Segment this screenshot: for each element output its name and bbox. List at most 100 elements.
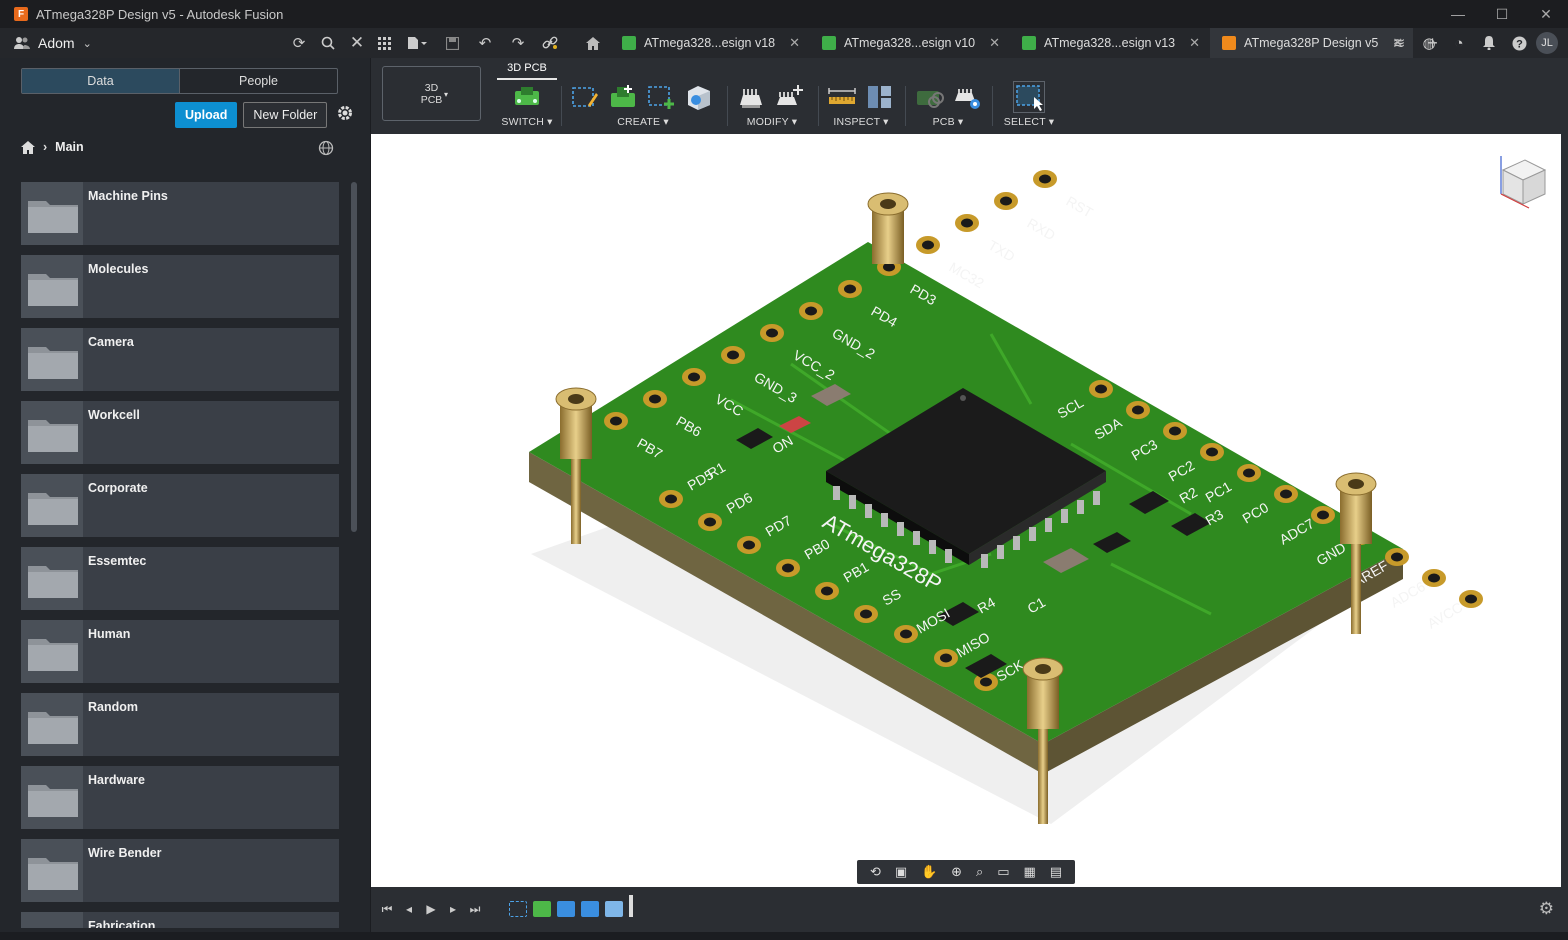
folder-item[interactable]: Wire Bender (21, 839, 339, 902)
select-window-icon[interactable] (1013, 81, 1045, 113)
close-tab-icon[interactable]: ✕ (789, 35, 800, 51)
3d-viewport[interactable]: PB7 PB6 VCC GND_3 VCC_2 GND_2 PD4 PD3 MC32 TXD RXD… (371, 134, 1561, 887)
pcb-3d-model[interactable]: PB7PB6VCC GND_3VCC_2GND_2PD4PD3MC32TXDRXD… (371, 134, 1561, 887)
refresh-icon[interactable]: ⟳ (286, 30, 312, 56)
modify-move-icon[interactable] (773, 81, 805, 113)
create-menu[interactable]: CREATE ▾ (569, 116, 717, 128)
step-forward-icon[interactable]: ▸ (445, 901, 461, 917)
file-menu-icon[interactable] (402, 30, 432, 56)
look-at-icon[interactable]: ▣ (895, 864, 907, 880)
close-window-button[interactable]: ✕ (1524, 0, 1568, 28)
viewports-icon[interactable]: ▤ (1050, 864, 1062, 880)
orbit-icon[interactable]: ⟲ (870, 864, 881, 880)
new-folder-button[interactable]: New Folder (243, 102, 328, 128)
timeline-feature-image[interactable] (581, 901, 599, 917)
grid-apps-icon[interactable] (371, 30, 397, 56)
folder-list-scrollbar[interactable] (351, 182, 357, 532)
pcb-menu[interactable]: PCB ▾ (913, 116, 983, 128)
modify-menu[interactable]: MODIFY ▾ (735, 116, 809, 128)
folder-item[interactable]: Hardware (21, 766, 339, 829)
data-panel: Data People Upload New Folder › Main Mac… (0, 58, 370, 940)
modify-component-icon[interactable] (735, 81, 767, 113)
document-tab-active[interactable]: ATmega328P Design v5 ✕ (1210, 28, 1414, 58)
save-icon[interactable] (439, 30, 465, 56)
pan-hand-icon[interactable]: ✋ (921, 864, 937, 880)
standoff-pin (1038, 729, 1048, 824)
fit-icon[interactable]: ⌕ (976, 864, 983, 880)
timeline-feature-board[interactable] (533, 901, 551, 917)
undo-icon[interactable]: ↶ (472, 30, 498, 56)
help-icon[interactable]: ? (1506, 30, 1532, 56)
globe-sharing-icon[interactable] (318, 140, 334, 159)
folder-item[interactable]: Machine Pins (21, 182, 339, 245)
notifications-bell-icon[interactable] (1476, 30, 1502, 56)
folder-item[interactable]: Camera (21, 328, 339, 391)
go-to-start-icon[interactable]: ⏮ (379, 901, 395, 917)
switch-menu[interactable]: SWITCH ▾ (497, 116, 557, 128)
pad-hole (1428, 573, 1440, 583)
timeline-settings-gear-icon[interactable]: ⚙ (1539, 899, 1554, 919)
gear-icon[interactable] (336, 104, 354, 127)
online-status-icon[interactable]: ◍ (1416, 30, 1442, 56)
create-board-icon[interactable] (607, 81, 639, 113)
create-3d-model-icon[interactable] (683, 81, 715, 113)
tab-data[interactable]: Data (22, 69, 180, 93)
timeline-feature-sketch[interactable] (509, 901, 527, 917)
folder-item[interactable]: Essemtec (21, 547, 339, 610)
link-icon[interactable] (537, 30, 563, 56)
play-icon[interactable]: ▶ (423, 901, 439, 917)
pad-hole (1132, 405, 1144, 415)
user-avatar[interactable]: JL (1536, 32, 1558, 54)
folder-item[interactable]: Fabrication (21, 912, 339, 928)
breadcrumb-current[interactable]: Main (55, 140, 83, 154)
upload-button[interactable]: Upload (175, 102, 238, 128)
select-menu[interactable]: SELECT ▾ (1001, 116, 1057, 128)
folder-item[interactable]: Corporate (21, 474, 339, 537)
inspect-menu[interactable]: INSPECT ▾ (826, 116, 896, 128)
pcb-link-icon[interactable] (913, 81, 945, 113)
pad-hole (1169, 426, 1181, 436)
close-tab-icon[interactable]: ✕ (989, 35, 1000, 51)
view-cube[interactable] (1493, 148, 1553, 210)
folder-item[interactable]: Molecules (21, 255, 339, 318)
display-settings-icon[interactable]: ▭ (997, 864, 1009, 880)
home-icon[interactable] (21, 140, 35, 154)
workspace-switcher[interactable]: 3D PCB ▾ (382, 66, 481, 121)
document-tab-1[interactable]: ATmega328...esign v18 ✕ (610, 28, 810, 58)
create-sketch-outline-icon[interactable] (569, 81, 601, 113)
go-to-end-icon[interactable]: ⏭ (467, 901, 483, 917)
document-tab-3[interactable]: ATmega328...esign v13 ✕ (1010, 28, 1210, 58)
create-region-icon[interactable] (645, 81, 677, 113)
redo-icon[interactable]: ↷ (505, 30, 531, 56)
document-tab-2[interactable]: ATmega328...esign v10 ✕ (810, 28, 1010, 58)
timeline-marker[interactable] (629, 895, 633, 917)
tab-people[interactable]: People (180, 69, 337, 93)
step-back-icon[interactable]: ◂ (401, 901, 417, 917)
zoom-icon[interactable]: ⊕ (951, 864, 962, 880)
pcb-settings-icon[interactable] (951, 81, 983, 113)
close-panel-icon[interactable]: ✕ (344, 30, 370, 56)
folder-thumbnail (21, 401, 83, 464)
extensions-icon[interactable]: ≋ (1386, 30, 1412, 56)
tab-3d-pcb[interactable]: 3D PCB (497, 58, 557, 80)
section-analysis-icon[interactable] (864, 81, 896, 113)
folder-thumbnail (21, 912, 83, 928)
grid-settings-icon[interactable]: ▦ (1023, 864, 1035, 880)
chip-pin (1061, 509, 1068, 523)
folder-item[interactable]: Human (21, 620, 339, 683)
measure-icon[interactable] (826, 81, 858, 113)
switch-board-icon[interactable] (511, 81, 543, 113)
timeline-feature-image[interactable] (557, 901, 575, 917)
maximize-button[interactable]: ☐ (1480, 0, 1524, 28)
minimize-button[interactable]: — (1436, 0, 1480, 28)
team-selector[interactable]: Adom ⌄ (0, 35, 286, 51)
timeline-feature-model[interactable] (605, 901, 623, 917)
folder-item[interactable]: Workcell (21, 401, 339, 464)
folder-icon (28, 347, 78, 379)
search-icon[interactable] (315, 30, 341, 56)
tab-home[interactable] (576, 28, 610, 58)
close-tab-icon[interactable]: ✕ (1189, 35, 1200, 51)
folder-item[interactable]: Random (21, 693, 339, 756)
job-status-icon[interactable]: ◔ (1446, 30, 1472, 56)
breadcrumb: › Main (21, 140, 84, 154)
